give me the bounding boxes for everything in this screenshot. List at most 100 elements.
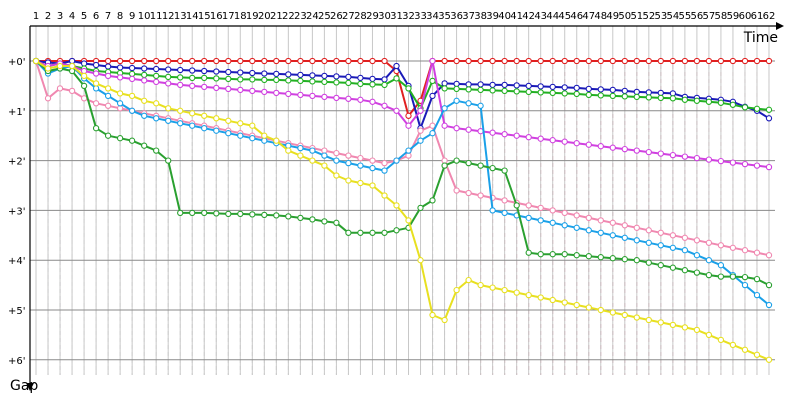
data-point [633, 147, 640, 154]
data-point [165, 105, 172, 112]
data-point [249, 69, 256, 77]
data-point [285, 77, 292, 84]
lap-number-label: 1 [33, 11, 39, 22]
data-point [44, 95, 52, 102]
data-point [441, 80, 448, 87]
lap-number-label: 32 [402, 11, 415, 22]
data-point [669, 264, 677, 271]
data-point [249, 122, 256, 129]
data-point [525, 291, 532, 299]
lap-number-label: 14 [186, 11, 199, 22]
data-point [141, 65, 148, 72]
data-point [609, 92, 616, 100]
data-point [609, 255, 616, 262]
data-point [285, 57, 292, 65]
data-point [32, 57, 40, 65]
data-point [80, 82, 88, 90]
data-point [128, 107, 136, 114]
data-point [213, 127, 220, 134]
lap-number-label: 50 [618, 11, 631, 22]
data-point [609, 57, 616, 65]
data-point [561, 209, 568, 217]
data-point [44, 65, 52, 72]
data-point [513, 82, 520, 89]
data-point [645, 148, 652, 156]
data-point [717, 57, 725, 65]
data-point [525, 88, 532, 96]
data-point [645, 227, 652, 234]
data-point [585, 91, 592, 99]
data-point [453, 97, 460, 104]
x-axis-label: Time [743, 30, 778, 46]
lap-number-label: 9 [129, 11, 135, 22]
data-point [549, 83, 556, 91]
data-point [765, 115, 773, 122]
data-point [237, 69, 244, 76]
data-point [489, 57, 496, 65]
data-point [693, 269, 701, 276]
data-point [153, 78, 160, 86]
data-point [729, 341, 737, 349]
data-point [68, 67, 76, 75]
data-point [309, 72, 316, 79]
data-point [453, 80, 460, 88]
data-point [153, 57, 160, 65]
data-point [261, 211, 268, 219]
data-point [765, 356, 773, 363]
data-point [585, 253, 592, 260]
data-point [189, 122, 196, 129]
data-point [261, 137, 268, 144]
data-point [561, 299, 568, 306]
y-tick-label: +6' [8, 356, 26, 367]
data-point [405, 85, 412, 92]
data-point [513, 289, 520, 296]
data-point [465, 189, 472, 197]
lap-number-label: 60 [739, 11, 752, 22]
data-point [657, 262, 664, 269]
data-point [321, 152, 328, 159]
data-point [549, 296, 556, 304]
data-point [165, 73, 172, 81]
lap-number-label: 31 [390, 11, 403, 22]
data-point [237, 76, 244, 83]
data-point [225, 210, 232, 218]
data-point [309, 92, 316, 100]
data-point [717, 262, 725, 269]
data-point [345, 79, 352, 87]
data-point [717, 336, 725, 344]
data-point [741, 160, 749, 168]
data-point [249, 135, 256, 142]
data-point [441, 105, 448, 112]
data-point [297, 144, 304, 152]
data-point [80, 60, 88, 67]
data-point [237, 120, 244, 127]
lap-number-label: 45 [558, 11, 571, 22]
data-point [513, 202, 520, 209]
data-point [345, 229, 352, 236]
data-point [765, 301, 773, 309]
data-point [309, 216, 316, 223]
data-point [525, 57, 532, 65]
data-point [429, 311, 436, 319]
data-point [489, 284, 496, 291]
data-point [80, 72, 88, 80]
data-point [92, 100, 100, 107]
data-point [249, 87, 256, 95]
data-point [477, 86, 484, 94]
data-point [453, 85, 460, 93]
data-point [573, 57, 580, 65]
data-point [333, 57, 340, 65]
lap-number-label: 40 [498, 11, 511, 22]
data-point [177, 81, 184, 89]
data-point [297, 57, 304, 65]
data-point [393, 227, 400, 234]
data-point [741, 104, 749, 111]
data-point [621, 311, 628, 319]
data-point [561, 84, 568, 91]
data-point [128, 92, 136, 100]
data-point [501, 286, 508, 294]
lap-number-label: 41 [510, 11, 523, 22]
data-point [369, 75, 376, 83]
data-point [549, 57, 556, 65]
data-point [465, 81, 472, 88]
